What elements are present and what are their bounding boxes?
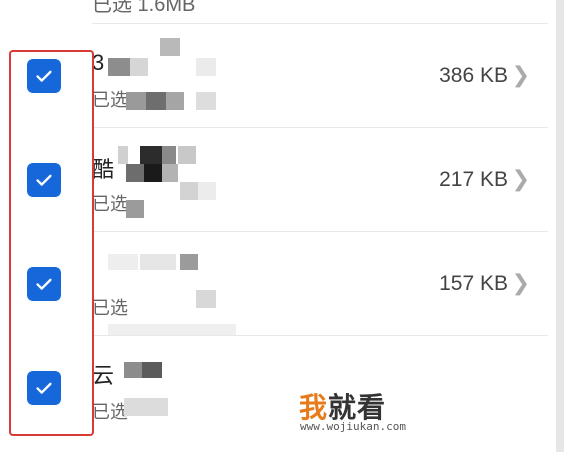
file-title: 云	[92, 363, 115, 388]
file-size: 386 KB	[439, 64, 508, 87]
list-header-partial: 已选 1.6MB	[92, 0, 196, 16]
checkbox-highlight-frame	[9, 50, 94, 436]
chevron-right-icon[interactable]: ❯	[512, 270, 530, 296]
file-subtitle: 已选	[92, 402, 128, 422]
file-size: 157 KB	[439, 272, 508, 295]
watermark-url: www.wojiukan.com	[300, 420, 406, 433]
file-subtitle: 已选	[92, 90, 128, 110]
file-subtitle: 已选	[92, 194, 128, 214]
chevron-right-icon[interactable]: ❯	[512, 166, 530, 192]
file-size: 217 KB	[439, 168, 508, 191]
watermark: 我就看 www.wojiukan.com	[184, 382, 556, 442]
file-subtitle: 已选	[92, 298, 128, 318]
chevron-right-icon[interactable]: ❯	[512, 62, 530, 88]
file-title: 酷	[92, 157, 115, 182]
scrollbar-track	[556, 0, 564, 452]
